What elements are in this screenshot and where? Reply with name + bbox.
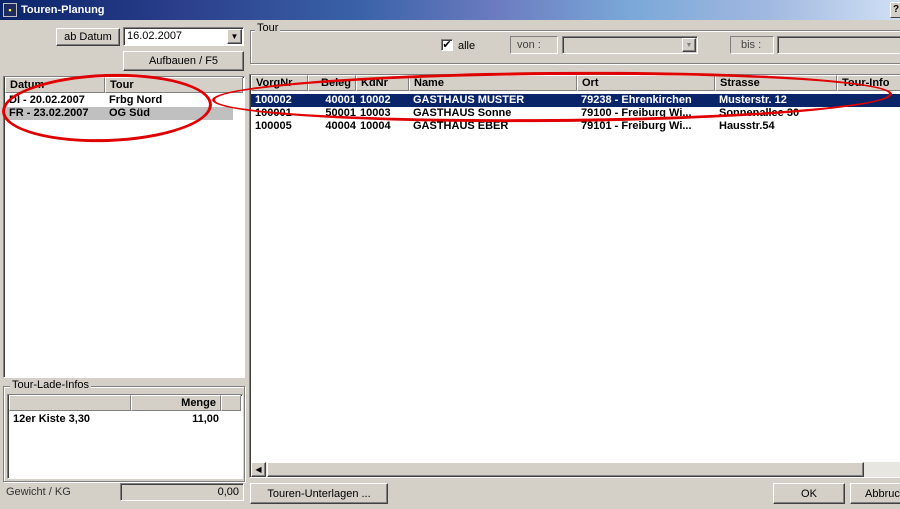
bis-label: bis : <box>730 36 774 54</box>
cell-strasse: Hausstr.54 <box>719 120 775 132</box>
gewicht-field: 0,00 <box>120 483 244 501</box>
cell-ort: 79101 - Freiburg Wi... <box>581 120 692 132</box>
table-row[interactable]: 100001 50001 10003 GASTHAUS Sonne 79100 … <box>251 107 900 120</box>
column-header-kdnr[interactable]: KdNr <box>356 75 409 91</box>
column-header-ort[interactable]: Ort <box>577 75 715 91</box>
cell-tour-info <box>837 94 900 107</box>
tour-group-label: Tour <box>255 22 281 34</box>
cell-kdnr: 10003 <box>360 107 391 119</box>
cell-tour-info <box>837 120 900 133</box>
scroll-left-icon[interactable]: ◀ <box>251 462 266 477</box>
cell-beleg: 40004 <box>325 120 356 132</box>
column-header-datum[interactable]: Datum <box>5 77 105 93</box>
alle-checkbox[interactable]: ✔ <box>441 39 453 51</box>
cell-vorgnr: 100001 <box>255 107 292 119</box>
tour-name: OG Süd <box>109 107 150 119</box>
chevron-down-icon[interactable]: ▼ <box>682 38 696 52</box>
bis-combobox[interactable] <box>777 36 900 54</box>
column-header-menge[interactable]: Menge <box>131 395 221 411</box>
von-label: von : <box>510 36 558 54</box>
chevron-down-icon[interactable]: ▼ <box>227 29 242 44</box>
lade-infos-title: Tour-Lade-Infos <box>10 379 92 391</box>
column-header-blank[interactable] <box>9 395 131 411</box>
column-header-tour[interactable]: Tour <box>105 77 243 93</box>
order-grid[interactable] <box>249 74 900 478</box>
table-row[interactable]: 100002 40001 10002 GASTHAUS MUSTER 79238… <box>251 94 900 107</box>
date-value: 16.02.2007 <box>127 30 183 42</box>
column-header-vorgnr[interactable]: VorgNr <box>251 75 308 91</box>
tour-name: Frbg Nord <box>109 94 163 106</box>
lade-infos-row[interactable]: 12er Kiste 3,30 11,00 <box>9 413 241 426</box>
cell-name: GASTHAUS MUSTER <box>413 94 525 106</box>
ok-button[interactable]: OK <box>773 483 845 504</box>
scroll-thumb[interactable] <box>267 462 864 477</box>
column-header-tour-info[interactable]: Tour-Info <box>837 75 900 91</box>
alle-label: alle <box>458 40 476 52</box>
tour-list-header: Datum Tour <box>5 77 243 93</box>
cell-vorgnr: 100002 <box>255 94 292 106</box>
cell-strasse: Sonnenallee 30 <box>719 107 800 119</box>
tour-date: DI - 20.02.2007 <box>9 94 85 106</box>
von-combobox[interactable]: ▼ <box>562 36 698 54</box>
lade-item: 12er Kiste 3,30 <box>13 413 91 425</box>
build-button[interactable]: Aufbauen / F5 <box>123 51 244 71</box>
column-header-strasse[interactable]: Strasse <box>715 75 837 91</box>
horizontal-scrollbar[interactable]: ◀ <box>251 462 900 477</box>
cell-beleg: 50001 <box>325 107 356 119</box>
column-header-name[interactable]: Name <box>409 75 577 91</box>
tour-list-row[interactable]: DI - 20.02.2007 Frbg Nord <box>5 94 243 107</box>
lade-infos-header: Menge <box>9 395 241 411</box>
tour-list-row[interactable]: FR - 23.02.2007 OG Süd <box>5 107 233 120</box>
gewicht-label: Gewicht / KG <box>6 486 71 498</box>
cell-vorgnr: 100005 <box>255 120 292 132</box>
checkmark-icon: ✔ <box>442 39 452 51</box>
cell-strasse: Musterstr. 12 <box>719 94 787 106</box>
column-header-beleg[interactable]: Beleg <box>308 75 356 91</box>
table-row[interactable]: 100005 40004 10004 GASTHAUS EBER 79101 -… <box>251 120 900 133</box>
touren-unterlagen-button[interactable]: Touren-Unterlagen ... <box>250 483 388 504</box>
help-button[interactable]: ? <box>890 2 900 18</box>
cell-ort: 79100 - Freiburg Wi... <box>581 107 692 119</box>
cell-name: GASTHAUS Sonne <box>413 107 512 119</box>
cell-tour-info <box>837 107 900 120</box>
tour-date: FR - 23.02.2007 <box>9 107 89 119</box>
title-bar: ▪ Touren-Planung ? <box>0 0 900 20</box>
order-grid-header: VorgNr Beleg KdNr Name Ort Strasse Tour-… <box>251 75 900 91</box>
app-icon: ▪ <box>3 3 17 17</box>
cell-ort: 79238 - Ehrenkirchen <box>581 94 692 106</box>
cell-name: GASTHAUS EBER <box>413 120 509 132</box>
ab-datum-button[interactable]: ab Datum <box>56 28 120 46</box>
cell-beleg: 40001 <box>325 94 356 106</box>
tour-list[interactable] <box>3 76 245 378</box>
abbruch-button[interactable]: Abbruch <box>850 483 900 504</box>
column-header-filler <box>221 395 241 411</box>
cell-kdnr: 10002 <box>360 94 391 106</box>
date-combobox[interactable]: 16.02.2007 ▼ <box>123 27 244 46</box>
lade-menge: 11,00 <box>192 413 219 425</box>
window-title: Touren-Planung <box>21 4 105 16</box>
cell-kdnr: 10004 <box>360 120 391 132</box>
gewicht-value: 0,00 <box>217 486 239 498</box>
